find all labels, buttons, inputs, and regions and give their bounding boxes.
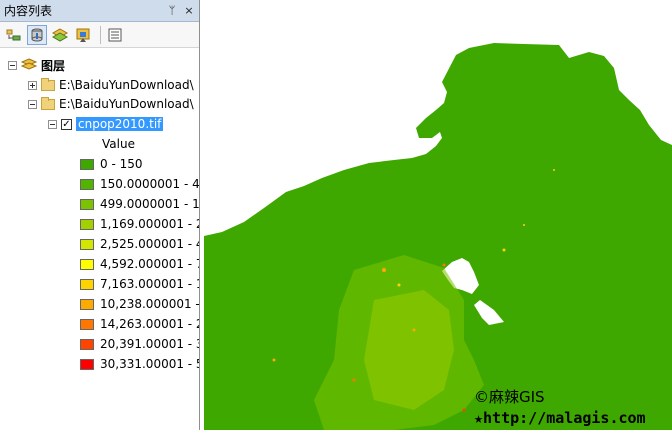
city-hotspot: [523, 224, 525, 226]
city-hotspot: [397, 283, 401, 287]
panel-title-bar: 内容列表 ᛘ ×: [0, 0, 199, 22]
legend-swatch: [80, 198, 94, 210]
city-hotspot: [462, 408, 466, 412]
legend-item: 4,592.000001 - 7,: [80, 255, 200, 273]
legend-header: Value: [102, 135, 135, 153]
expand-icon[interactable]: [28, 80, 37, 90]
city-hotspot: [412, 328, 416, 332]
pin-icon[interactable]: ᛘ: [165, 4, 179, 18]
toolbar-separator: [100, 25, 101, 44]
panel-title: 内容列表: [4, 4, 53, 18]
legend-item: 0 - 150: [80, 155, 143, 173]
legend-item: 30,331.00001 - 50: [80, 355, 199, 373]
legend-item: 2,525.000001 - 4,: [80, 235, 200, 253]
folder-label: E:\BaiduYunDownload\: [59, 78, 194, 92]
city-hotspot: [272, 358, 276, 362]
legend-swatch: [80, 178, 94, 190]
city-hotspot: [382, 268, 386, 272]
legend-label: 1,169.000001 - 2,: [100, 217, 200, 231]
legend-item: 499.0000001 - 1,1: [80, 195, 200, 213]
list-by-drawing-order-icon[interactable]: [4, 25, 24, 45]
legend-swatch: [80, 318, 94, 330]
legend-item: 150.0000001 - 499: [80, 175, 200, 193]
layers-icon: [21, 58, 37, 72]
legend-item: 14,263.00001 - 20: [80, 315, 199, 333]
legend-label: 150.0000001 - 499: [100, 177, 200, 191]
legend-label: 20,391.00001 - 30: [100, 337, 199, 351]
watermark-url: ★http://malagis.com: [474, 409, 646, 427]
tree-layer[interactable]: ✓ cnpop2010.tif: [48, 115, 164, 133]
legend-label: 0 - 150: [100, 157, 143, 171]
city-hotspot: [352, 378, 356, 382]
legend-swatch: [80, 238, 94, 250]
legend-item: 1,169.000001 - 2,: [80, 215, 200, 233]
collapse-icon[interactable]: [48, 119, 57, 129]
layer-visibility-checkbox[interactable]: ✓: [61, 118, 72, 130]
legend-item: 20,391.00001 - 30: [80, 335, 199, 353]
legend-item: 10,238.000001 - 14: [80, 295, 200, 313]
city-hotspot: [553, 169, 555, 171]
legend-swatch: [80, 298, 94, 310]
folder-icon: [41, 96, 55, 110]
tree-folder-2[interactable]: E:\BaiduYunDownload\: [28, 95, 194, 113]
legend-label: 499.0000001 - 1,1: [100, 197, 200, 211]
collapse-icon[interactable]: [28, 99, 37, 109]
legend-label: 2,525.000001 - 4,: [100, 237, 200, 251]
folder-icon: [41, 77, 55, 91]
layer-name[interactable]: cnpop2010.tif: [76, 117, 164, 131]
legend-swatch: [80, 158, 94, 170]
map-view[interactable]: [204, 0, 672, 430]
toc-toolbar: [0, 22, 199, 48]
city-hotspot: [442, 263, 446, 267]
options-icon[interactable]: [105, 25, 125, 45]
list-by-source-icon[interactable]: [27, 24, 47, 45]
tree-root-label: 图层: [41, 58, 66, 73]
legend-label: 7,163.000001 - 10: [100, 277, 199, 291]
collapse-icon[interactable]: [8, 60, 17, 70]
legend-swatch: [80, 338, 94, 350]
legend-label: 10,238.000001 - 14: [100, 297, 200, 311]
list-by-selection-icon[interactable]: [73, 25, 93, 45]
table-of-contents-panel: 内容列表 ᛘ × 图层 E:\BaiduYunDownload\ E:\Baid…: [0, 0, 200, 430]
medium-population-zone: [364, 290, 454, 410]
legend-label: 4,592.000001 - 7,: [100, 257, 200, 271]
watermark-copyright: ©麻辣GIS: [474, 388, 545, 406]
raster-map: [204, 43, 672, 430]
legend-item: 7,163.000001 - 10: [80, 275, 199, 293]
tree-folder-1[interactable]: E:\BaiduYunDownload\: [28, 76, 194, 94]
tree-root-layers[interactable]: 图层: [8, 56, 65, 74]
list-by-visibility-icon[interactable]: [50, 25, 70, 45]
legend-label: 30,331.00001 - 50: [100, 357, 199, 371]
legend-swatch: [80, 258, 94, 270]
folder-label: E:\BaiduYunDownload\: [59, 97, 194, 111]
legend-swatch: [80, 278, 94, 290]
legend-swatch: [80, 218, 94, 230]
close-icon[interactable]: ×: [182, 4, 196, 18]
city-hotspot: [502, 248, 506, 252]
legend-label: 14,263.00001 - 20: [100, 317, 199, 331]
legend-header-label: Value: [102, 137, 135, 151]
legend-swatch: [80, 358, 94, 370]
